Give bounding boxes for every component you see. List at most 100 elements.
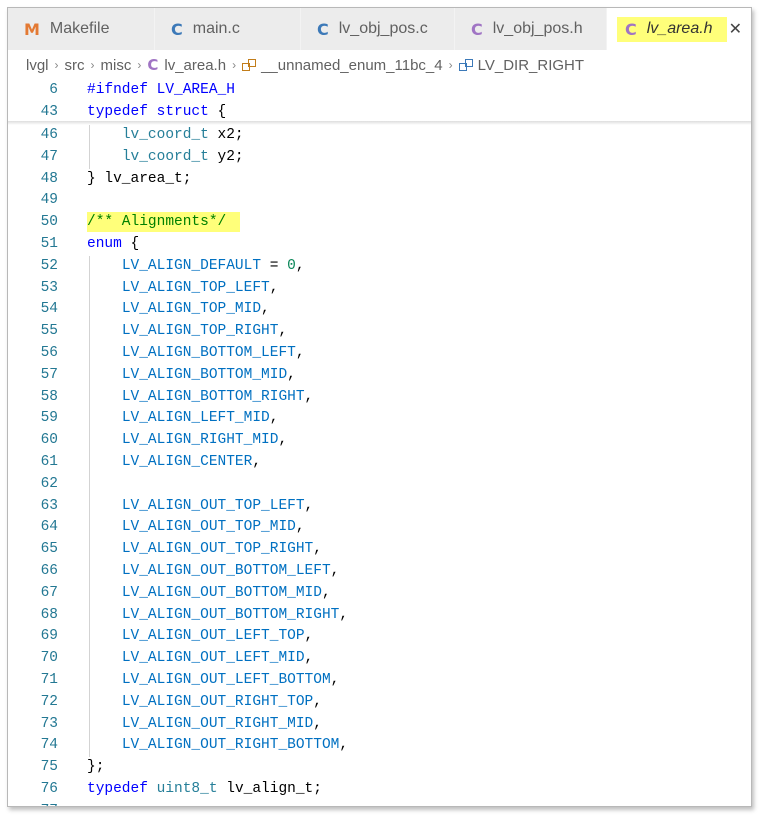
code-line[interactable]: 50 /** Alignments*/ <box>8 212 751 234</box>
code-line[interactable]: 61 LV_ALIGN_CENTER, <box>8 452 751 474</box>
code-text: LV_ALIGN_OUT_TOP_RIGHT, <box>121 541 322 558</box>
tab-bar: M Makefile C main.c C lv_obj_pos.c C lv_… <box>8 8 751 50</box>
line-number: 64 <box>40 519 58 536</box>
code-line[interactable]: 60 LV_ALIGN_RIGHT_MID, <box>8 430 751 452</box>
chevron-right-icon: › <box>448 58 453 72</box>
line-number: 76 <box>40 781 58 797</box>
code-line[interactable]: 53 LV_ALIGN_TOP_LEFT, <box>8 278 751 300</box>
code-line[interactable]: 52 LV_ALIGN_DEFAULT = 0, <box>8 256 751 278</box>
code-text: LV_ALIGN_OUT_LEFT_MID, <box>121 650 314 667</box>
tab-label: Makefile <box>49 20 110 37</box>
line-number: 73 <box>40 715 58 732</box>
c-file-icon: C <box>317 19 329 39</box>
code-line[interactable]: 74 LV_ALIGN_OUT_RIGHT_BOTTOM, <box>8 735 751 757</box>
code-text: #ifndef LV_AREA_H <box>87 82 235 98</box>
line-number: 65 <box>40 541 58 558</box>
code-line[interactable]: 62 <box>8 474 751 496</box>
code-text: LV_ALIGN_DEFAULT = 0, <box>121 257 305 274</box>
breadcrumb-item[interactable]: lvgl <box>26 57 49 74</box>
chevron-right-icon: › <box>90 58 95 72</box>
code-text: LV_ALIGN_LEFT_MID, <box>121 410 279 427</box>
line-number: 53 <box>40 279 58 296</box>
code-line[interactable]: 58 LV_ALIGN_BOTTOM_RIGHT, <box>8 387 751 409</box>
line-number: 46 <box>40 127 58 143</box>
code-text: LV_ALIGN_CENTER, <box>121 454 262 470</box>
code-line[interactable]: 56 LV_ALIGN_BOTTOM_LEFT, <box>8 343 751 365</box>
code-line[interactable]: 47 lv_coord_t y2; <box>8 147 751 169</box>
breadcrumb-item[interactable]: misc <box>101 57 132 74</box>
enum-icon <box>242 59 257 71</box>
code-text: LV_ALIGN_OUT_BOTTOM_MID, <box>121 584 331 601</box>
tab-label: lv_obj_pos.h <box>492 20 583 37</box>
code-line[interactable]: 6 #ifndef LV_AREA_H <box>8 80 751 102</box>
line-number: 75 <box>40 759 58 776</box>
code-line[interactable]: 48} lv_area_t; <box>8 169 751 191</box>
code-text: } lv_area_t; <box>87 170 192 187</box>
code-line[interactable]: 59 LV_ALIGN_LEFT_MID, <box>8 408 751 430</box>
code-line[interactable]: 73 LV_ALIGN_OUT_RIGHT_MID, <box>8 714 751 736</box>
code-line[interactable]: 68 LV_ALIGN_OUT_BOTTOM_RIGHT, <box>8 605 751 627</box>
code-text: LV_ALIGN_BOTTOM_MID, <box>121 366 296 383</box>
breadcrumb-item[interactable]: __unnamed_enum_11bc_4 <box>261 57 443 74</box>
tab-lv-area-h[interactable]: C lv_area.h ✕ <box>607 8 751 50</box>
code-line[interactable]: 70 LV_ALIGN_OUT_LEFT_MID, <box>8 648 751 670</box>
code-line[interactable]: 75}; <box>8 757 751 779</box>
code-text: LV_ALIGN_OUT_TOP_MID, <box>121 519 305 536</box>
header-file-icon: C <box>147 56 159 74</box>
c-file-icon: C <box>171 19 183 39</box>
code-line[interactable]: 63 LV_ALIGN_OUT_TOP_LEFT, <box>8 496 751 518</box>
editor-window: M Makefile C main.c C lv_obj_pos.c C lv_… <box>7 7 752 807</box>
tab-label: main.c <box>192 20 240 37</box>
indent-guide <box>89 125 90 169</box>
line-number: 61 <box>40 454 58 470</box>
code-line[interactable]: 77 <box>8 801 751 806</box>
tab-lv-obj-pos-h[interactable]: C lv_obj_pos.h <box>455 8 607 50</box>
line-number: 67 <box>40 584 58 601</box>
breadcrumb: lvgl › src › misc › C lv_area.h › __unna… <box>8 50 751 80</box>
line-number: 6 <box>49 82 58 98</box>
tab-makefile[interactable]: M Makefile <box>8 8 155 50</box>
code-text: LV_ALIGN_TOP_MID, <box>121 301 270 318</box>
line-number: 47 <box>40 148 58 165</box>
code-line[interactable]: 49 <box>8 190 751 212</box>
breadcrumb-item[interactable]: lv_area.h <box>164 57 226 74</box>
makefile-icon: M <box>24 19 40 39</box>
chevron-right-icon: › <box>232 58 237 72</box>
code-line[interactable]: 51 enum { <box>8 234 751 256</box>
close-icon[interactable]: ✕ <box>729 19 742 38</box>
tab-lv-obj-pos-c[interactable]: C lv_obj_pos.c <box>301 8 455 50</box>
code-text: LV_ALIGN_OUT_RIGHT_BOTTOM, <box>121 737 349 754</box>
code-line[interactable]: 46 lv_coord_t x2; <box>8 125 751 147</box>
breadcrumb-item[interactable]: src <box>65 57 85 74</box>
line-number: 70 <box>40 650 58 667</box>
code-text: LV_ALIGN_TOP_LEFT, <box>121 279 279 296</box>
line-number: 68 <box>40 606 58 623</box>
chevron-right-icon: › <box>137 58 142 72</box>
code-line[interactable]: 69 LV_ALIGN_OUT_LEFT_TOP, <box>8 626 751 648</box>
code-text: enum { <box>87 236 140 252</box>
code-line[interactable]: 65 LV_ALIGN_OUT_TOP_RIGHT, <box>8 539 751 561</box>
tab-label: lv_obj_pos.c <box>338 20 428 37</box>
code-line[interactable]: 71 LV_ALIGN_OUT_LEFT_BOTTOM, <box>8 670 751 692</box>
header-file-icon: C <box>625 19 637 39</box>
code-line[interactable]: 67 LV_ALIGN_OUT_BOTTOM_MID, <box>8 583 751 605</box>
line-number: 59 <box>40 410 58 427</box>
code-line[interactable]: 57 LV_ALIGN_BOTTOM_MID, <box>8 365 751 387</box>
code-text: LV_ALIGN_OUT_TOP_LEFT, <box>121 497 314 514</box>
line-number: 63 <box>40 497 58 514</box>
code-line[interactable]: 54 LV_ALIGN_TOP_MID, <box>8 299 751 321</box>
code-text: LV_ALIGN_RIGHT_MID, <box>121 432 288 449</box>
line-number: 51 <box>40 236 58 252</box>
code-line[interactable]: 55 LV_ALIGN_TOP_RIGHT, <box>8 321 751 343</box>
tab-main-c[interactable]: C main.c <box>155 8 301 50</box>
code-line[interactable]: 72 LV_ALIGN_OUT_RIGHT_TOP, <box>8 692 751 714</box>
code-line[interactable]: 66 LV_ALIGN_OUT_BOTTOM_LEFT, <box>8 561 751 583</box>
line-number: 71 <box>40 672 58 688</box>
code-text: LV_ALIGN_OUT_LEFT_BOTTOM, <box>121 672 340 688</box>
code-text: }; <box>87 759 105 776</box>
line-number: 58 <box>40 388 58 405</box>
code-line[interactable]: 76 typedef uint8_t lv_align_t; <box>8 779 751 801</box>
breadcrumb-item[interactable]: LV_DIR_RIGHT <box>478 57 584 74</box>
line-number: 55 <box>40 323 58 340</box>
code-line[interactable]: 64 LV_ALIGN_OUT_TOP_MID, <box>8 517 751 539</box>
